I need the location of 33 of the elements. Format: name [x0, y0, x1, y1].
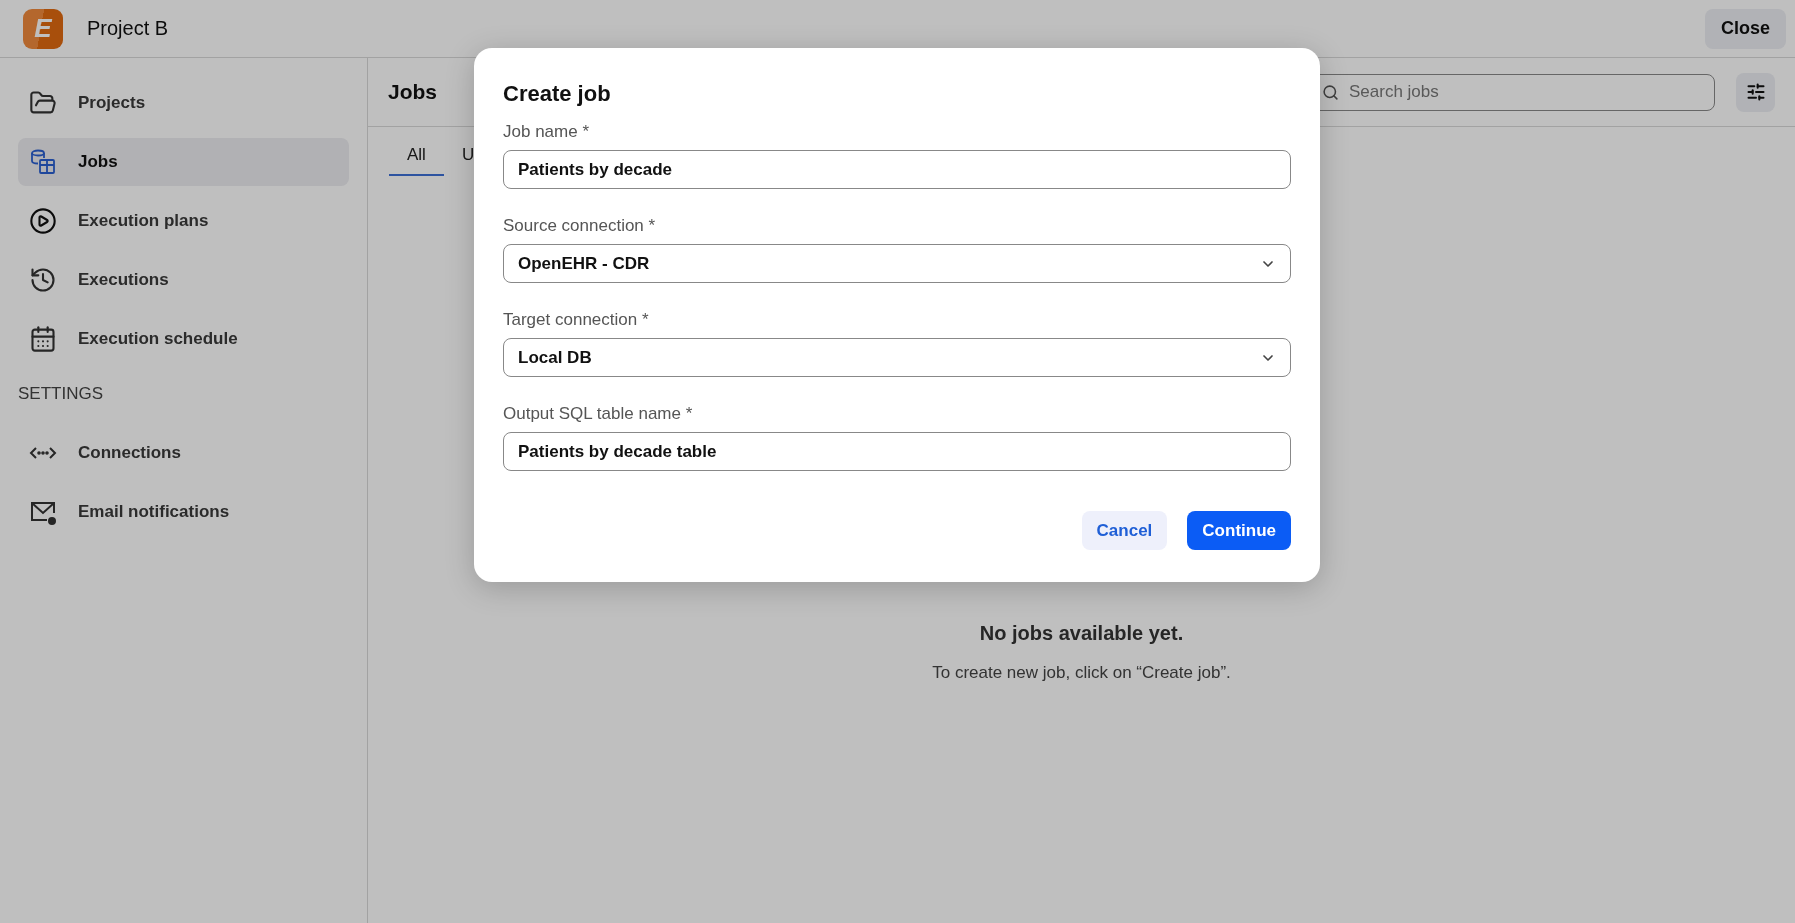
history-icon — [29, 266, 57, 294]
sidebar-item[interactable]: Projects — [18, 79, 349, 127]
calendar-icon — [29, 325, 57, 353]
continue-button[interactable]: Continue — [1187, 511, 1291, 550]
sidebar-item[interactable]: Jobs — [18, 138, 349, 186]
close-button[interactable]: Close — [1704, 8, 1786, 49]
app-logo: E — [23, 8, 63, 49]
dialog-title: Create job — [503, 81, 612, 107]
sliders-icon — [1745, 82, 1766, 102]
select-field[interactable]: OpenEHR - CDR — [503, 244, 1291, 283]
search-icon — [1322, 83, 1339, 101]
tab[interactable]: All — [389, 141, 444, 176]
sidebar-item[interactable]: Execution schedule — [18, 315, 349, 363]
input-field[interactable]: Patients by decade — [503, 150, 1291, 189]
sidebar-item[interactable]: Executions — [18, 256, 349, 304]
filter-button[interactable] — [1736, 72, 1775, 112]
sidebar-item[interactable]: Connections — [18, 429, 349, 477]
page-title: Jobs — [388, 80, 437, 104]
play-icon — [29, 207, 57, 235]
empty-text: To create new job, click on “Create job”. — [932, 663, 1231, 683]
sidebar-item[interactable]: Execution plans — [18, 197, 349, 245]
field-label: Output SQL table name * — [503, 404, 694, 424]
database-table-icon — [29, 148, 57, 176]
cancel-button[interactable]: Cancel — [1081, 511, 1168, 550]
section-heading: SETTINGS — [18, 384, 104, 404]
empty-title: No jobs available yet. — [979, 622, 1184, 645]
field-label: Target connection * — [503, 310, 650, 330]
field-label: Source connection * — [503, 216, 657, 236]
field-label: Job name * — [503, 122, 590, 142]
sidebar-item[interactable]: Email notifications — [18, 488, 349, 536]
input-field[interactable]: Patients by decade table — [503, 432, 1291, 471]
select-field[interactable]: Local DB — [503, 338, 1291, 377]
project-name: Project B — [87, 17, 169, 40]
